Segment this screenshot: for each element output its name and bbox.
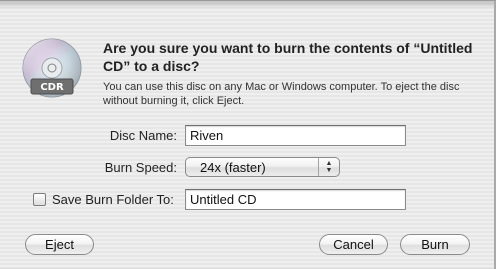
cdr-disc-icon: CDR	[22, 38, 82, 98]
popup-arrows-icon: ▲ ▼	[318, 158, 339, 176]
disc-name-field[interactable]: Riven	[185, 125, 406, 146]
burn-button[interactable]: Burn	[400, 234, 470, 255]
cancel-button[interactable]: Cancel	[319, 234, 388, 255]
save-burn-folder-label[interactable]: Save Burn Folder To:	[52, 192, 177, 207]
dialog-title: Are you sure you want to burn the conten…	[103, 40, 473, 74]
burn-speed-label: Burn Speed:	[104, 160, 177, 175]
burn-disc-dialog: CDR Are you sure you want to burn the co…	[0, 0, 496, 269]
save-burn-folder-checkbox[interactable]	[33, 193, 46, 206]
burn-speed-value: 24x (faster)	[200, 160, 266, 175]
disc-name-label: Disc Name:	[109, 128, 177, 143]
eject-button[interactable]: Eject	[25, 234, 94, 255]
burn-folder-name-field[interactable]: Untitled CD	[185, 189, 406, 210]
sheet-top-shadow	[0, 1, 496, 9]
dialog-message: You can use this disc on any Mac or Wind…	[103, 81, 460, 107]
burn-speed-popup[interactable]: 24x (faster) ▲ ▼	[185, 157, 340, 177]
disc-icon-label: CDR	[40, 82, 64, 93]
